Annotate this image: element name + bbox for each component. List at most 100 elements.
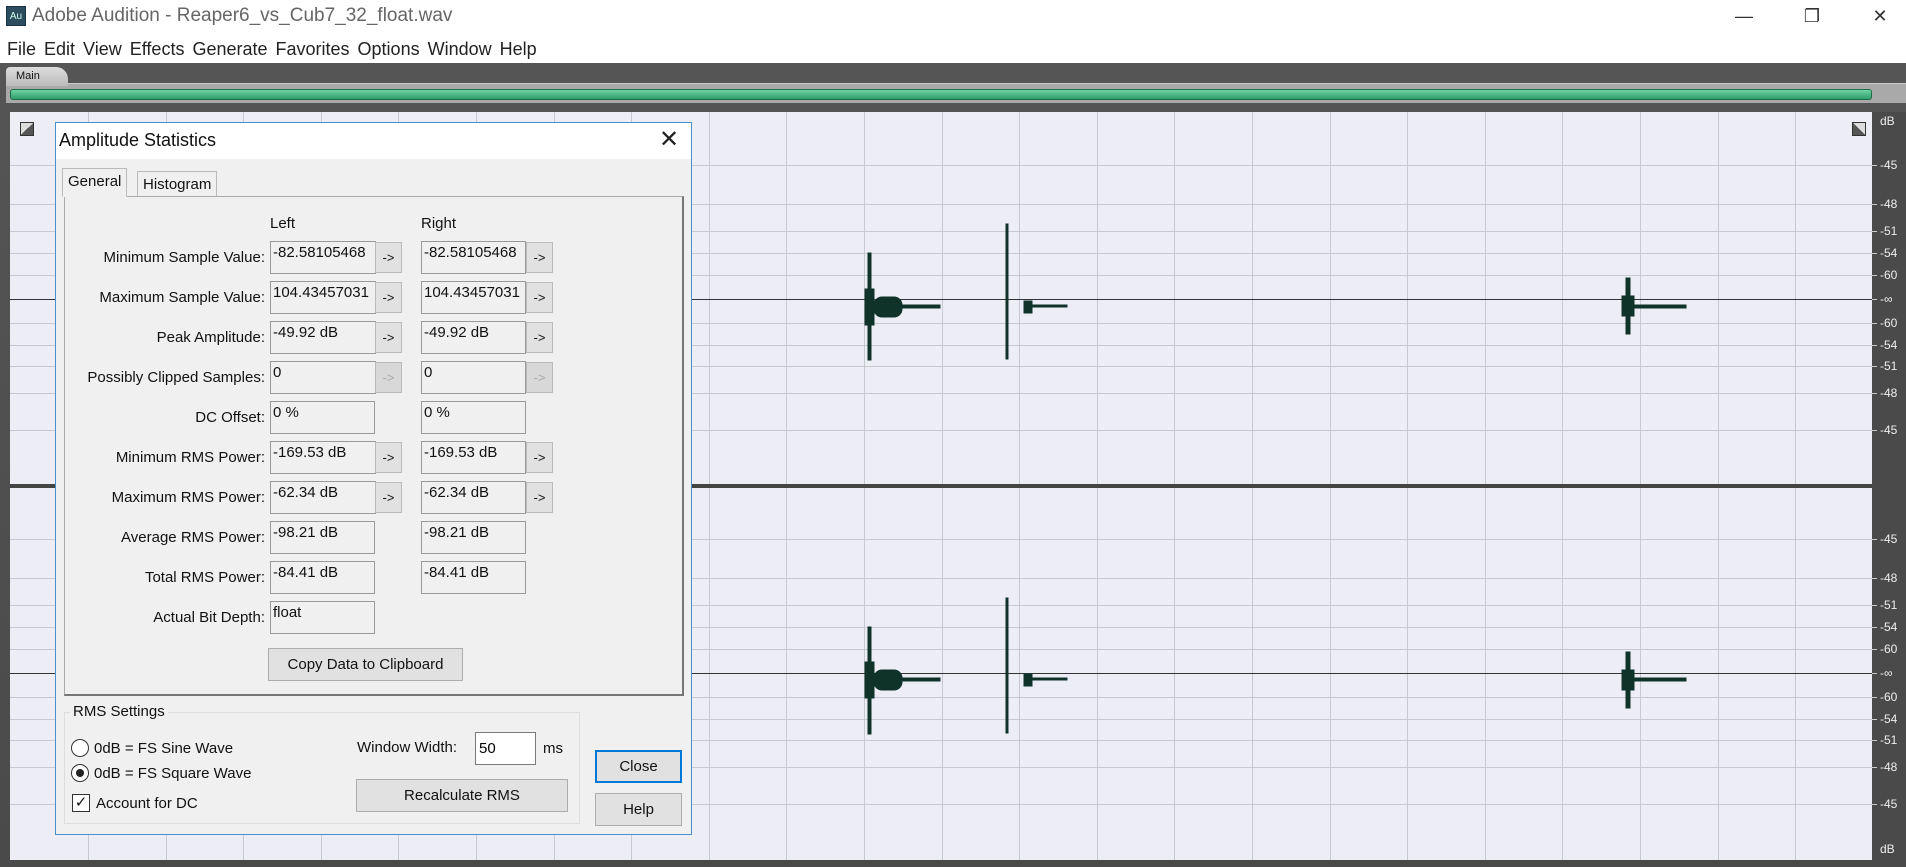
db-tick-label: -51: [1880, 733, 1898, 747]
tab-main[interactable]: Main: [6, 67, 68, 86]
menu-window[interactable]: Window: [427, 34, 499, 63]
db-tick-label: -∞: [1880, 292, 1893, 306]
restore-icon[interactable]: ❐: [1784, 0, 1840, 34]
zoom-corner-icon[interactable]: [1852, 122, 1866, 136]
db-tick: [1872, 275, 1877, 276]
help-button[interactable]: Help: [595, 793, 682, 826]
db-tick-label: -45: [1880, 158, 1898, 172]
go-to-left-button[interactable]: ->: [375, 482, 402, 513]
go-to-right-button[interactable]: ->: [526, 282, 553, 313]
db-tick: [1872, 578, 1877, 579]
close-button[interactable]: Close: [595, 750, 682, 783]
menu-edit[interactable]: Edit: [43, 34, 82, 63]
go-to-left-button[interactable]: ->: [375, 242, 402, 273]
dialog-close-icon[interactable]: ✕: [651, 125, 687, 155]
db-tick-label: -54: [1880, 246, 1898, 260]
db-tick: [1872, 204, 1877, 205]
menu-view[interactable]: View: [82, 34, 129, 63]
rms-settings-label: RMS Settings: [70, 703, 168, 720]
radio-sine-wave[interactable]: [71, 739, 89, 757]
tab-general[interactable]: General: [62, 168, 128, 197]
db-tick-label: -45: [1880, 423, 1898, 437]
db-tick: [1872, 430, 1877, 431]
db-tick: [1872, 605, 1877, 606]
dialog-title: Amplitude Statistics: [59, 130, 217, 150]
close-window-icon[interactable]: ✕: [1852, 0, 1906, 34]
account-dc-label[interactable]: Account for DC: [96, 795, 198, 812]
db-tick-label: -54: [1880, 620, 1898, 634]
db-tick: [1872, 323, 1877, 324]
app-icon: Au: [6, 6, 26, 26]
stat-value-left: -169.53 dB: [270, 441, 376, 474]
db-tick-label: -54: [1880, 338, 1898, 352]
menu-effects[interactable]: Effects: [129, 34, 192, 63]
db-tick-label: -60: [1880, 316, 1898, 330]
db-ruler: dB dB -45 -48 -51 -54 -60 -∞ -60 -54 -51 -48 -45 -4…: [1872, 112, 1906, 860]
tab-histogram[interactable]: Histogram: [137, 171, 218, 197]
channel-right-waveform: [864, 597, 1687, 735]
db-tick: [1872, 231, 1877, 232]
zoom-corner-icon[interactable]: [20, 122, 34, 136]
window-width-input[interactable]: [475, 732, 536, 765]
radio-square-label[interactable]: 0dB = FS Square Wave: [94, 765, 251, 782]
go-to-right-button[interactable]: ->: [526, 482, 553, 513]
title-bar: Au Adobe Audition - Reaper6_vs_Cub7_32_f…: [0, 0, 1906, 34]
db-tick-label: -∞: [1880, 666, 1893, 680]
radio-sine-label[interactable]: 0dB = FS Sine Wave: [94, 740, 233, 757]
db-tick-label: -60: [1880, 642, 1898, 656]
stat-value-right: -49.92 dB: [421, 321, 526, 354]
go-to-left-button: ->: [375, 362, 402, 393]
db-tick: [1872, 165, 1877, 166]
db-tick-label: -48: [1880, 571, 1898, 585]
stat-label: Average RMS Power:: [121, 529, 265, 546]
menu-help[interactable]: Help: [499, 34, 544, 63]
radio-square-wave[interactable]: [71, 764, 89, 782]
copy-to-clipboard-button[interactable]: Copy Data to Clipboard: [268, 648, 463, 681]
db-tick: [1872, 366, 1877, 367]
go-to-left-button[interactable]: ->: [375, 442, 402, 473]
menu-favorites[interactable]: Favorites: [275, 34, 357, 63]
go-to-left-button[interactable]: ->: [375, 322, 402, 353]
go-to-right-button[interactable]: ->: [526, 442, 553, 473]
stat-label: Peak Amplitude:: [156, 329, 265, 346]
go-to-right-button: ->: [526, 362, 553, 393]
channel-left-waveform: [864, 223, 1687, 361]
db-tick: [1872, 740, 1877, 741]
stat-value-left: 0: [270, 361, 376, 394]
window-width-label: Window Width:: [357, 739, 458, 756]
stat-value-right: -98.21 dB: [421, 521, 526, 554]
db-tick: [1872, 804, 1877, 805]
go-to-right-button[interactable]: ->: [526, 322, 553, 353]
db-tick: [1872, 393, 1877, 394]
db-unit-label: dB: [1880, 842, 1895, 856]
db-tick: [1872, 627, 1877, 628]
stat-value-right: -169.53 dB: [421, 441, 526, 474]
stat-value-right: -84.41 dB: [421, 561, 526, 594]
menu-options[interactable]: Options: [357, 34, 427, 63]
db-tick-label: -48: [1880, 760, 1898, 774]
stat-value-right: 0: [421, 361, 526, 394]
minimize-icon[interactable]: —: [1716, 0, 1772, 34]
stat-value-left: -84.41 dB: [270, 561, 375, 594]
account-dc-checkbox[interactable]: ✓: [72, 794, 90, 812]
go-to-left-button[interactable]: ->: [375, 282, 402, 313]
stat-label: DC Offset:: [195, 409, 265, 426]
menu-generate[interactable]: Generate: [191, 34, 274, 63]
stat-value-left: -82.58105468: [270, 241, 376, 274]
stat-value-right: -82.58105468: [421, 241, 526, 274]
go-to-right-button[interactable]: ->: [526, 242, 553, 273]
menu-file[interactable]: File: [6, 34, 43, 63]
overview-scrollbar[interactable]: [10, 89, 1872, 100]
stat-value-left: -98.21 dB: [270, 521, 375, 554]
db-tick: [1872, 299, 1877, 300]
recalculate-rms-button[interactable]: Recalculate RMS: [356, 779, 568, 812]
stat-label: Maximum RMS Power:: [111, 489, 265, 506]
db-tick-label: -48: [1880, 386, 1898, 400]
stat-label: Minimum Sample Value:: [103, 249, 265, 266]
db-tick-label: -45: [1880, 797, 1898, 811]
stat-label: Actual Bit Depth:: [153, 609, 265, 626]
window-width-unit: ms: [543, 740, 563, 757]
stat-value-left: -62.34 dB: [270, 481, 376, 514]
db-tick-label: -60: [1880, 268, 1898, 282]
db-tick-label: -60: [1880, 690, 1898, 704]
